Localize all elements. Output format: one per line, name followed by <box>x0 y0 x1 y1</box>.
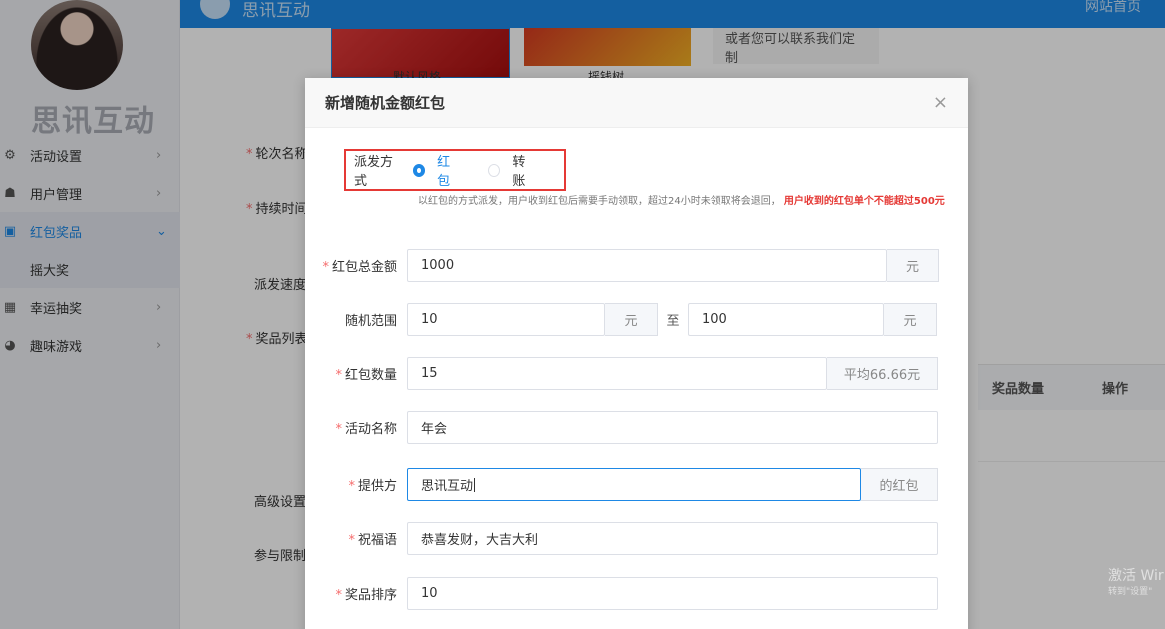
field-total-amount: * 红包总金额 1000 元 <box>305 249 968 282</box>
packet-count-label: 红包数量 <box>344 368 397 383</box>
range-max-input[interactable]: 100 <box>688 303 884 336</box>
radio-transfer[interactable]: 转账 <box>488 151 536 189</box>
dialog-header: 新增随机金额红包 × <box>305 78 968 128</box>
description-warning: 用户收到的红包单个不能超过500元 <box>783 196 945 207</box>
dispatch-description: 以红包的方式派发，用户收到红包后需要手动领取，超过24小时未领取将会退回， 用户… <box>418 193 948 210</box>
text-cursor <box>474 477 476 492</box>
dispatch-method-label: 派发方式 <box>354 155 394 189</box>
total-amount-input[interactable]: 1000 <box>407 249 887 282</box>
packet-count-input[interactable]: 15 <box>407 357 827 390</box>
field-random-range: 随机范围 10 元 至 100 元 <box>305 303 968 336</box>
total-amount-unit: 元 <box>887 249 939 282</box>
close-icon[interactable]: × <box>933 93 948 112</box>
field-prize-sort: * 奖品排序 10 <box>305 577 968 610</box>
add-random-red-packet-dialog: 新增随机金额红包 × 派发方式 红包 转账 以红包的方式派发，用户收到红包后需要… <box>305 78 968 629</box>
blessing-label: 祝福语 <box>357 533 397 548</box>
radio-unselected-icon <box>488 163 501 177</box>
range-min-unit: 元 <box>605 303 658 336</box>
activity-name-label: 活动名称 <box>344 422 397 437</box>
provider-suffix: 的红包 <box>861 468 938 501</box>
description-text: 以红包的方式派发，用户收到红包后需要手动领取，超过24小时未领取将会退回， <box>418 196 781 207</box>
random-range-label: 随机范围 <box>344 314 397 329</box>
dialog-title: 新增随机金额红包 <box>325 94 446 112</box>
range-min-input[interactable]: 10 <box>407 303 605 336</box>
range-separator: 至 <box>666 314 680 329</box>
packet-average-addon: 平均66.66元 <box>827 357 938 390</box>
radio-label: 红包 <box>437 155 451 189</box>
provider-label: 提供方 <box>357 479 397 494</box>
activity-name-input[interactable]: 年会 <box>407 411 938 444</box>
windows-activation-watermark: 激活 Wir 转到"设置" <box>1108 568 1164 597</box>
field-activity-name: * 活动名称 年会 <box>305 411 968 444</box>
radio-selected-icon <box>412 163 426 177</box>
radio-label: 转账 <box>512 155 526 189</box>
field-packet-count: * 红包数量 15 平均66.66元 <box>305 357 968 390</box>
total-amount-label: 红包总金额 <box>331 260 397 275</box>
prize-sort-label: 奖品排序 <box>344 588 397 603</box>
range-max-unit: 元 <box>884 303 937 336</box>
provider-input[interactable]: 思讯互动 <box>407 468 861 501</box>
dispatch-method-group: 派发方式 红包 转账 <box>344 149 566 191</box>
field-blessing: * 祝福语 恭喜发财，大吉大利 <box>305 522 968 555</box>
field-provider: * 提供方 思讯互动 的红包 <box>305 468 968 501</box>
blessing-input[interactable]: 恭喜发财，大吉大利 <box>407 522 938 555</box>
prize-sort-input[interactable]: 10 <box>407 577 938 610</box>
radio-red-packet[interactable]: 红包 <box>412 151 461 189</box>
